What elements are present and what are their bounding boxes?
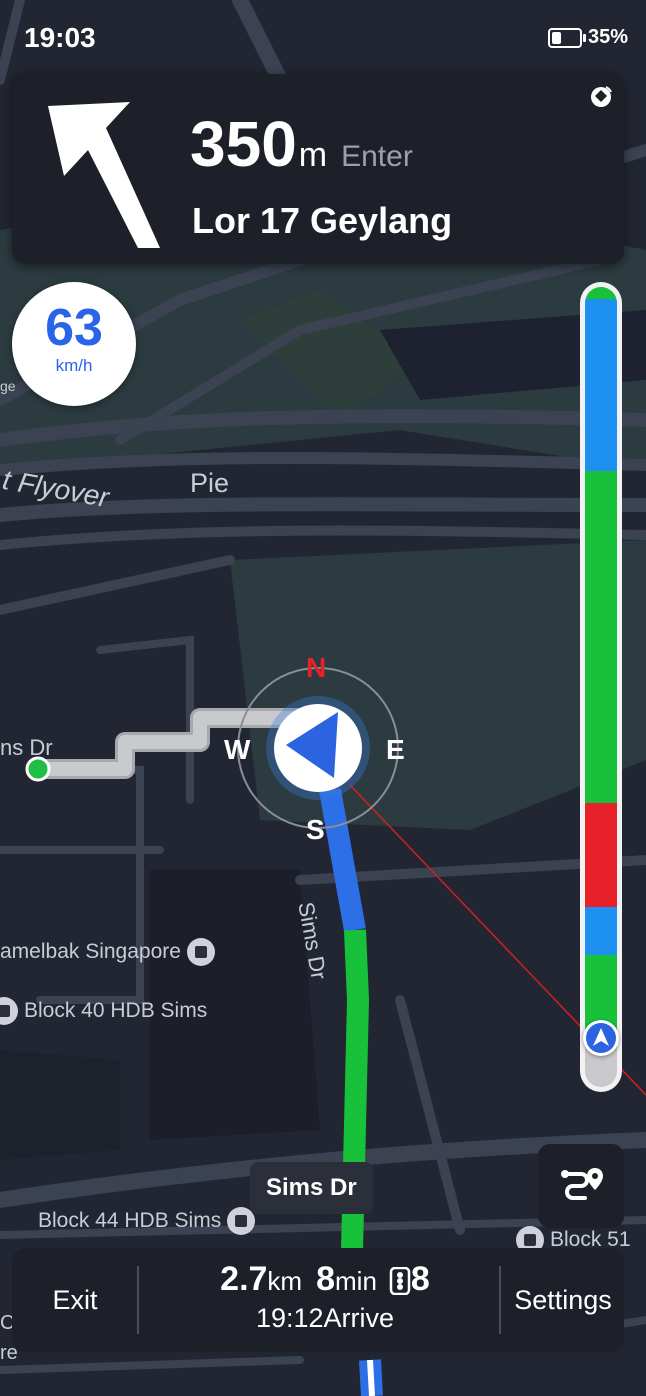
remaining-time: 8	[316, 1260, 336, 1298]
traffic-segment	[585, 803, 617, 907]
route-overview-icon	[561, 1168, 603, 1200]
battery-indicator: 35%	[547, 26, 628, 49]
poi-block-44[interactable]: Block 44 HDB Sims	[38, 1207, 256, 1235]
traffic-light-count: 8	[410, 1260, 430, 1298]
status-time: 19:03	[24, 22, 96, 53]
settings-button[interactable]: Settings	[502, 1248, 624, 1352]
trip-summary-bar: Exit 2.7km 8min 8 19:12Arrive Settings	[12, 1248, 624, 1352]
remaining-distance-unit: km	[267, 1266, 303, 1296]
route-traffic-bar	[580, 282, 622, 1092]
arrival-time: 19:12	[255, 1303, 324, 1333]
poi-name: amelbak Singapore	[0, 940, 181, 963]
divider	[137, 1266, 139, 1334]
poi-camelbak[interactable]: amelbak Singapore	[0, 938, 215, 966]
maneuver-action: Enter	[341, 140, 413, 173]
poi-name: Block 44 HDB Sims	[38, 1209, 222, 1232]
battery-icon	[547, 27, 586, 48]
route-overview-button[interactable]	[538, 1144, 624, 1228]
traffic-segment	[585, 287, 617, 299]
building-icon	[0, 997, 18, 1025]
exit-button[interactable]: Exit	[12, 1248, 138, 1352]
compass-west: W	[224, 734, 251, 765]
remaining-time-unit: min	[335, 1266, 377, 1296]
instruction-card[interactable]: 350 m Enter Lor 17 Geylang	[12, 74, 624, 264]
traffic-segment	[585, 299, 617, 471]
traffic-segment	[585, 907, 617, 955]
maneuver-distance: 350 m Enter	[190, 112, 413, 176]
map-label-ge: ge	[0, 378, 16, 394]
trip-info[interactable]: 2.7km 8min 8 19:12Arrive	[152, 1260, 498, 1334]
compass-north: N	[306, 652, 327, 683]
distance-value: 350	[190, 108, 297, 180]
distance-unit: m	[298, 136, 328, 174]
compass-east: E	[386, 734, 405, 765]
current-position-marker	[583, 1020, 619, 1056]
current-road-label: Sims Dr	[250, 1162, 373, 1214]
divider	[499, 1266, 501, 1334]
arrival-label: Arrive	[323, 1303, 395, 1333]
poi-block-40[interactable]: Block 40 HDB Sims	[0, 997, 207, 1025]
map-label-pie: Pie	[190, 468, 230, 498]
battery-percent: 35%	[587, 26, 628, 48]
compass-south: S	[306, 814, 325, 845]
speed-indicator: 63 km/h	[12, 282, 136, 406]
next-street-name: Lor 17 Geylang	[192, 200, 453, 241]
turn-left-arrow-icon	[48, 102, 160, 248]
traffic-light-icon	[389, 1267, 411, 1296]
speed-value: 63	[45, 299, 103, 357]
route-start-dot	[25, 756, 51, 782]
poi-name: Block 40 HDB Sims	[24, 999, 208, 1022]
remaining-distance: 2.7	[220, 1260, 268, 1298]
building-icon	[186, 938, 215, 966]
speed-unit: km/h	[55, 356, 93, 375]
navigation-arrow-icon	[586, 1023, 616, 1053]
gps-signal-icon	[591, 86, 612, 107]
traffic-segment	[585, 471, 617, 803]
map-label-sims-dr: ns Dr	[0, 735, 53, 760]
